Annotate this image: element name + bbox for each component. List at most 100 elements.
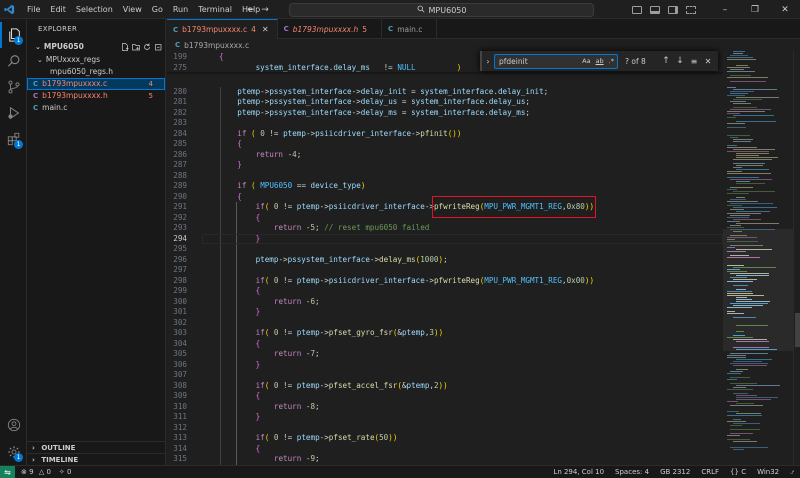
previous-match-icon[interactable]: ↑ — [659, 56, 673, 66]
menu-item-go[interactable]: Go — [147, 0, 168, 19]
back-arrow-icon[interactable]: ← — [244, 5, 258, 15]
explorer-icon[interactable]: 1 — [0, 22, 27, 48]
language-mode[interactable]: {} C — [730, 468, 746, 477]
minimap-line — [733, 191, 775, 192]
menu-item-edit[interactable]: Edit — [45, 0, 71, 19]
source-control-icon[interactable] — [0, 74, 27, 100]
code-text: if( 0 != ptemp->pfset_accel_fsr(&ptemp,2… — [255, 380, 448, 390]
menu-item-file[interactable]: File — [22, 0, 45, 19]
match-case-toggle[interactable]: Aa — [582, 57, 590, 65]
code-line: 280 ptemp->pssystem_interface->delay_ini… — [167, 87, 723, 98]
line-ending[interactable]: CRLF — [701, 468, 719, 477]
ports-indicator[interactable]: ✧ 0 — [59, 468, 72, 476]
line-number: 307 — [173, 370, 187, 379]
tree-file[interactable]: mpu6050_regs.h — [27, 66, 165, 78]
code-line: 315 return -9; — [167, 454, 723, 465]
line-number: 295 — [173, 244, 187, 253]
menu-item-terminal[interactable]: Terminal — [193, 0, 237, 19]
command-center[interactable]: MPU6050 — [289, 3, 594, 17]
tab-label: b1793mpuxxxx.h — [292, 24, 359, 34]
minimap-line — [733, 219, 761, 220]
customize-layout-icon[interactable] — [686, 5, 696, 14]
scrollbar-thumb[interactable] — [795, 313, 800, 347]
menu-item-selection[interactable]: Selection — [71, 0, 118, 19]
minimap-line — [727, 411, 739, 412]
close-find-icon[interactable]: ✕ — [701, 57, 715, 66]
minimize-button[interactable]: – — [710, 5, 740, 15]
minimap-line — [736, 223, 779, 224]
account-icon[interactable] — [0, 412, 27, 438]
timeline-section[interactable]: › TIMELINE — [27, 453, 166, 465]
line-number: 296 — [173, 254, 187, 264]
vertical-scrollbar[interactable] — [793, 51, 800, 465]
forward-arrow-icon[interactable]: → — [258, 5, 272, 15]
breadcrumb[interactable]: C b1793mpuxxxx.c — [167, 39, 800, 51]
notifications-bell-icon[interactable]: ⍻ — [790, 468, 794, 477]
outline-section[interactable]: › OUTLINE — [27, 441, 166, 453]
settings-gear-icon[interactable]: 1 — [0, 439, 27, 465]
tree-file[interactable]: Cb1793mpuxxxx.c 4 — [27, 78, 165, 90]
run-debug-icon[interactable] — [0, 100, 27, 126]
code-text: } — [255, 359, 261, 369]
error-icon: ⊗ — [21, 468, 27, 476]
minimap-line — [730, 203, 773, 204]
tree-file[interactable]: Cmain.c — [27, 102, 165, 114]
tree-file[interactable]: Cb1793mpuxxxx.h 5 — [27, 90, 165, 102]
collapse-all-icon[interactable] — [153, 40, 162, 54]
find-input[interactable]: pfdeinit Aa ab .* — [494, 53, 618, 69]
remote-indicator-icon[interactable]: ⇋ — [0, 465, 15, 478]
code-line: 303 if( 0 != ptemp->pfset_gyro_fsr(&ptem… — [167, 328, 723, 339]
extensions-icon[interactable]: 1 — [0, 126, 27, 152]
indentation[interactable]: Spaces: 4 — [615, 468, 649, 477]
code-text: { — [255, 338, 261, 348]
minimap-line — [730, 209, 744, 210]
minimap-line — [727, 401, 738, 402]
new-folder-icon[interactable] — [131, 40, 140, 54]
problems-indicator[interactable]: ⊗ 9 △ 0 — [21, 468, 51, 476]
regex-toggle[interactable]: .* — [609, 57, 614, 65]
toggle-secondary-sidebar-icon[interactable] — [668, 5, 678, 14]
code-line: 300 return -6; — [167, 297, 723, 308]
line-number: 298 — [173, 275, 187, 285]
minimap-viewport[interactable] — [723, 229, 793, 351]
cursor-position[interactable]: Ln 294, Col 10 — [553, 468, 604, 477]
explorer-sidebar: EXPLORER ⌄ MPU6050 ⌄ MPUxxxx_regs mpu6050_… — [27, 19, 166, 465]
new-file-icon[interactable] — [120, 40, 129, 54]
minimap[interactable] — [723, 51, 793, 465]
platform-config[interactable]: Win32 — [757, 468, 779, 477]
outline-label: OUTLINE — [41, 444, 76, 452]
code-editor[interactable]: 199 {275 system_interface.delay_ms != NUL… — [167, 51, 723, 465]
tab-b1793mpuxxxx-c[interactable]: Cb1793mpuxxxx.c 4 ✕ — [167, 19, 278, 39]
minimap-line — [736, 197, 745, 198]
next-match-icon[interactable]: ↓ — [673, 56, 687, 66]
whole-word-toggle[interactable]: ab — [596, 57, 604, 65]
menu-item-run[interactable]: Run — [168, 0, 193, 19]
search-view-icon[interactable] — [0, 48, 27, 74]
code-line: 301 } — [167, 307, 723, 318]
project-folder[interactable]: ⌄ MPU6050 — [27, 40, 165, 54]
code-text: ptemp->pssystem_interface->delay_init = … — [237, 86, 549, 96]
toggle-sidebar-icon[interactable] — [632, 5, 642, 14]
minimap-line — [730, 425, 742, 426]
code-text: if ( 0 != ptemp->psiicdriver_interface->… — [237, 128, 462, 138]
toggle-replace-chevron-icon[interactable]: › — [482, 57, 494, 66]
encoding[interactable]: GB 2312 — [660, 468, 690, 477]
restore-button[interactable]: ❐ — [740, 5, 770, 15]
tree-folder[interactable]: ⌄ MPUxxxx_regs — [27, 54, 165, 66]
tab-main-c[interactable]: Cmain.c — [382, 19, 438, 39]
close-icon[interactable]: ✕ — [262, 25, 269, 34]
find-in-selection-icon[interactable]: ≡ — [687, 57, 701, 66]
tab-b1793mpuxxxx-h[interactable]: Cb1793mpuxxxx.h 5 — [278, 19, 383, 39]
minimap-line — [727, 145, 737, 146]
close-window-button[interactable]: ✕ — [770, 5, 800, 15]
minimap-line — [727, 59, 756, 60]
code-line: 286 return -4; — [167, 150, 723, 161]
menu-item-view[interactable]: View — [118, 0, 147, 19]
toggle-panel-icon[interactable] — [650, 5, 660, 14]
line-number: 300 — [173, 296, 187, 306]
line-number: 311 — [173, 412, 187, 421]
line-number: 286 — [173, 149, 187, 159]
line-number: 288 — [173, 170, 187, 180]
refresh-icon[interactable] — [142, 40, 151, 54]
code-line: 294 } — [167, 234, 723, 245]
